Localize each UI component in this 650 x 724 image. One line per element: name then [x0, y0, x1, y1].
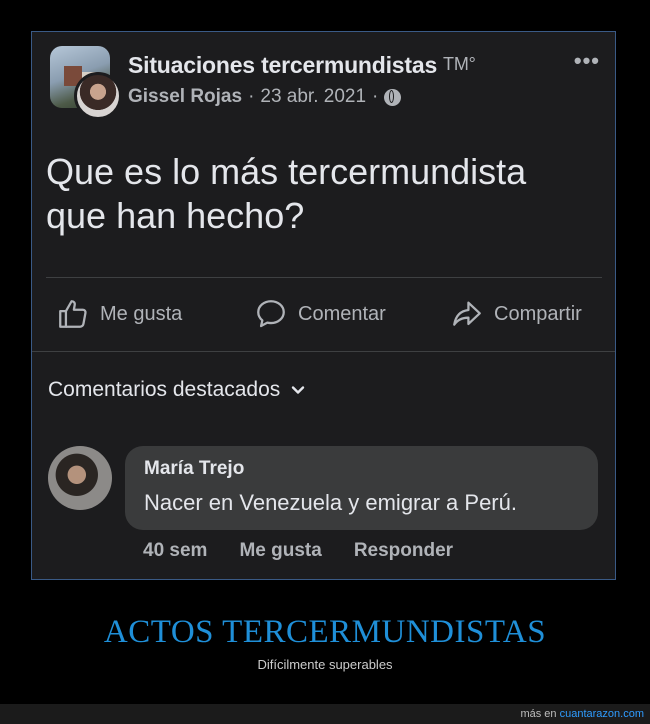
comment-like-button[interactable]: Me gusta [239, 540, 321, 562]
comment-reply-button[interactable]: Responder [354, 540, 453, 562]
divider [46, 277, 602, 278]
comments-filter-label: Comentarios destacados [48, 378, 281, 401]
comment-label: Comentar [298, 302, 386, 325]
comment-author[interactable]: María Trejo [144, 458, 244, 480]
meta-separator-2: · [372, 86, 379, 107]
group-name[interactable]: Situaciones tercermundistas [128, 52, 437, 78]
group-mark: TM° [443, 54, 476, 74]
comment-bubble: María Trejo Nacer en Venezuela y emigrar… [125, 446, 598, 530]
comment-icon [257, 300, 285, 328]
post-text: Que es lo más tercermundista que han hec… [46, 151, 527, 236]
like-button[interactable]: Me gusta [56, 297, 182, 331]
comment-time[interactable]: 40 sem [143, 540, 207, 562]
thumbs-up-icon [59, 300, 87, 328]
post-meta: Gissel Rojas · 23 abr. 2021 · [128, 86, 402, 108]
meta-separator: · [248, 86, 255, 107]
comment-text: Nacer en Venezuela y emigrar a Perú. [144, 490, 517, 515]
footer-prefix: más en [520, 708, 557, 720]
footer-bar: más en cuantarazon.com [0, 704, 650, 724]
caption-subtitle: Difícilmente superables [257, 657, 393, 672]
globe-icon [384, 88, 402, 106]
comment-meta: 40 sem Me gusta Responder [143, 540, 453, 562]
share-button[interactable]: Compartir [450, 297, 582, 331]
chevron-down-icon [292, 386, 305, 394]
share-icon [453, 301, 481, 326]
post-header: Situaciones tercermundistas TM° ••• Gisse… [50, 46, 600, 120]
post-author[interactable]: Gissel Rojas [128, 86, 242, 108]
avatar-group[interactable] [50, 46, 122, 120]
comments-filter[interactable]: Comentarios destacados [48, 378, 306, 402]
footer-site-link[interactable]: cuantarazon.com [560, 708, 644, 720]
post-screenshot: Situaciones tercermundistas TM° ••• Gisse… [31, 31, 616, 580]
caption-title: ACTOS TERCERMUNDISTAS [103, 614, 547, 650]
group-name-line: Situaciones tercermundistas TM° [128, 52, 476, 79]
like-label: Me gusta [100, 302, 183, 325]
comment-avatar[interactable] [48, 446, 112, 510]
post-actions: Me gusta Comentar Compartir [32, 287, 615, 343]
share-label: Compartir [494, 302, 582, 325]
comment-button[interactable]: Comentar [254, 297, 386, 331]
footer-text: más en cuantarazon.com [520, 708, 644, 720]
post-date[interactable]: 23 abr. 2021 [260, 86, 366, 108]
divider-2 [32, 351, 615, 352]
author-avatar[interactable] [74, 72, 122, 120]
more-horizontal-icon[interactable]: ••• [574, 48, 600, 74]
